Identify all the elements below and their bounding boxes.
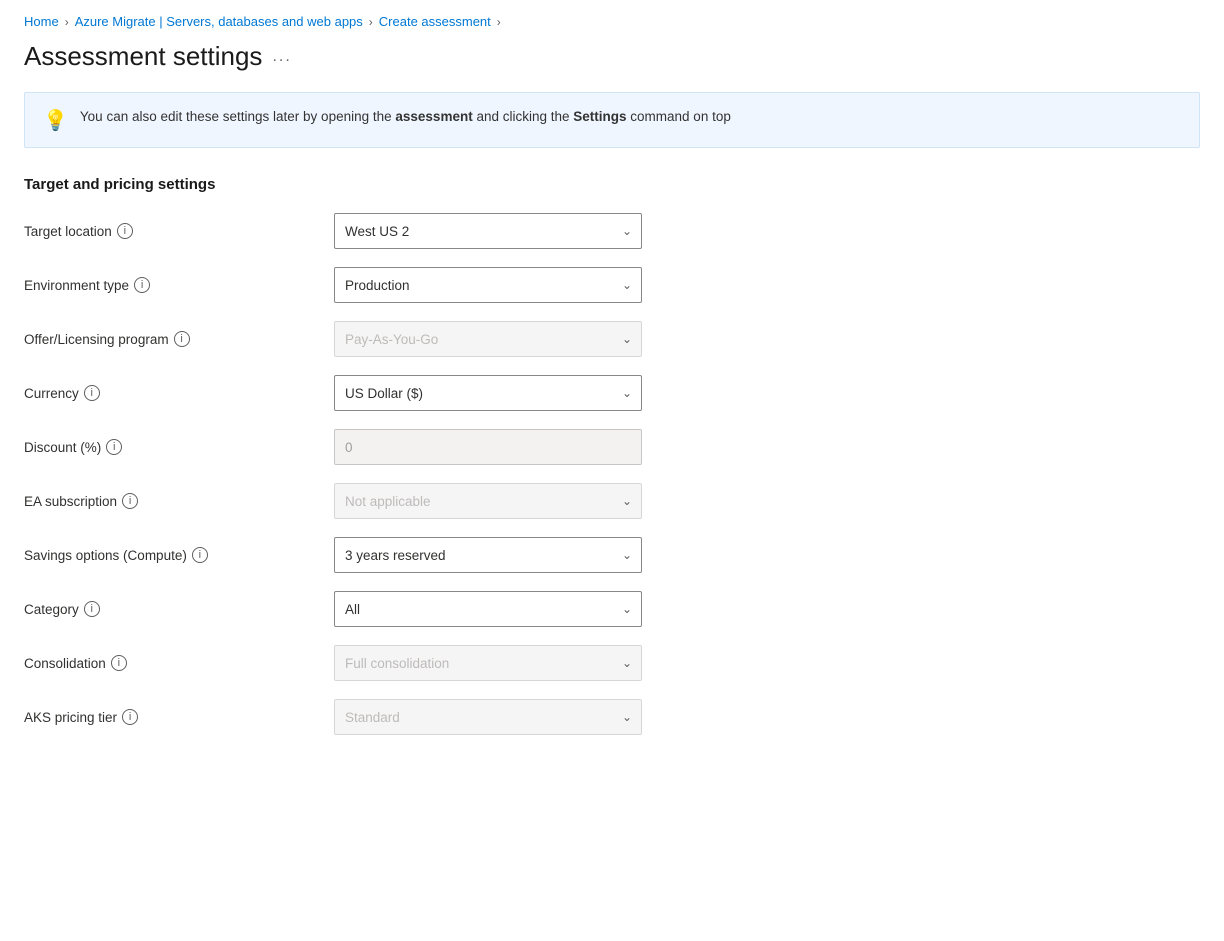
- control-consolidation: Full consolidation⌄: [334, 645, 642, 681]
- control-aks-pricing-tier: StandardFree⌄: [334, 699, 642, 735]
- info-banner-text: You can also edit these settings later b…: [80, 107, 731, 127]
- select-currency[interactable]: US Dollar ($)Euro (€)British Pound (£): [334, 375, 642, 411]
- select-savings-options[interactable]: 3 years reserved1 year reservedNo reserv…: [334, 537, 642, 573]
- breadcrumb-home[interactable]: Home: [24, 14, 59, 29]
- label-aks-pricing-tier: AKS pricing tier i: [24, 709, 334, 725]
- info-icon-discount[interactable]: i: [106, 439, 122, 455]
- label-text-ea-subscription: EA subscription: [24, 494, 117, 509]
- select-wrapper-ea-subscription: Not applicable⌄: [334, 483, 642, 519]
- select-wrapper-savings-options: 3 years reserved1 year reservedNo reserv…: [334, 537, 642, 573]
- info-icon-currency[interactable]: i: [84, 385, 100, 401]
- label-environment-type: Environment type i: [24, 277, 334, 293]
- select-wrapper-offer-licensing: Pay-As-You-Go⌄: [334, 321, 642, 357]
- breadcrumb-sep-2: ›: [369, 15, 373, 29]
- label-text-offer-licensing: Offer/Licensing program: [24, 332, 169, 347]
- control-savings-options: 3 years reserved1 year reservedNo reserv…: [334, 537, 642, 573]
- control-ea-subscription: Not applicable⌄: [334, 483, 642, 519]
- select-consolidation: Full consolidation: [334, 645, 642, 681]
- label-text-aks-pricing-tier: AKS pricing tier: [24, 710, 117, 725]
- select-wrapper-consolidation: Full consolidation⌄: [334, 645, 642, 681]
- form-container: Target location i West US 2East USEast US …: [0, 213, 1224, 735]
- form-row-category: Category i AllComputeStorageNetworking⌄: [24, 591, 1200, 627]
- page-title-row: Assessment settings ...: [0, 37, 1224, 92]
- input-discount: [334, 429, 642, 465]
- form-row-currency: Currency i US Dollar ($)Euro (€)British Po…: [24, 375, 1200, 411]
- label-savings-options: Savings options (Compute) i: [24, 547, 334, 563]
- form-row-discount: Discount (%) i: [24, 429, 1200, 465]
- control-discount: [334, 429, 642, 465]
- bulb-icon: 💡: [43, 108, 68, 133]
- label-category: Category i: [24, 601, 334, 617]
- control-target-location: West US 2East USEast US 2West USCentral …: [334, 213, 642, 249]
- select-offer-licensing: Pay-As-You-Go: [334, 321, 642, 357]
- select-aks-pricing-tier: StandardFree: [334, 699, 642, 735]
- breadcrumb-azure-migrate[interactable]: Azure Migrate | Servers, databases and w…: [75, 14, 363, 29]
- label-currency: Currency i: [24, 385, 334, 401]
- select-wrapper-environment-type: ProductionDev/Test⌄: [334, 267, 642, 303]
- label-target-location: Target location i: [24, 223, 334, 239]
- select-wrapper-category: AllComputeStorageNetworking⌄: [334, 591, 642, 627]
- label-text-discount: Discount (%): [24, 440, 101, 455]
- select-category[interactable]: AllComputeStorageNetworking: [334, 591, 642, 627]
- label-text-environment-type: Environment type: [24, 278, 129, 293]
- info-banner: 💡 You can also edit these settings later…: [24, 92, 1200, 148]
- form-row-environment-type: Environment type i ProductionDev/Test⌄: [24, 267, 1200, 303]
- info-icon-savings-options[interactable]: i: [192, 547, 208, 563]
- form-row-ea-subscription: EA subscription i Not applicable⌄: [24, 483, 1200, 519]
- info-icon-ea-subscription[interactable]: i: [122, 493, 138, 509]
- label-text-category: Category: [24, 602, 79, 617]
- breadcrumb: Home › Azure Migrate | Servers, database…: [0, 0, 1224, 37]
- info-icon-category[interactable]: i: [84, 601, 100, 617]
- info-icon-offer-licensing[interactable]: i: [174, 331, 190, 347]
- page-title: Assessment settings: [24, 41, 262, 72]
- info-icon-aks-pricing-tier[interactable]: i: [122, 709, 138, 725]
- label-text-currency: Currency: [24, 386, 79, 401]
- form-row-savings-options: Savings options (Compute) i 3 years reserv…: [24, 537, 1200, 573]
- info-icon-consolidation[interactable]: i: [111, 655, 127, 671]
- form-row-consolidation: Consolidation i Full consolidation⌄: [24, 645, 1200, 681]
- more-options-button[interactable]: ...: [272, 48, 291, 66]
- label-ea-subscription: EA subscription i: [24, 493, 334, 509]
- label-discount: Discount (%) i: [24, 439, 334, 455]
- select-ea-subscription: Not applicable: [334, 483, 642, 519]
- label-text-savings-options: Savings options (Compute): [24, 548, 187, 563]
- control-category: AllComputeStorageNetworking⌄: [334, 591, 642, 627]
- label-text-target-location: Target location: [24, 224, 112, 239]
- info-icon-target-location[interactable]: i: [117, 223, 133, 239]
- breadcrumb-create-assessment[interactable]: Create assessment: [379, 14, 491, 29]
- select-environment-type[interactable]: ProductionDev/Test: [334, 267, 642, 303]
- label-offer-licensing: Offer/Licensing program i: [24, 331, 334, 347]
- select-wrapper-target-location: West US 2East USEast US 2West USCentral …: [334, 213, 642, 249]
- form-row-aks-pricing-tier: AKS pricing tier i StandardFree⌄: [24, 699, 1200, 735]
- label-consolidation: Consolidation i: [24, 655, 334, 671]
- info-icon-environment-type[interactable]: i: [134, 277, 150, 293]
- control-offer-licensing: Pay-As-You-Go⌄: [334, 321, 642, 357]
- select-wrapper-currency: US Dollar ($)Euro (€)British Pound (£)⌄: [334, 375, 642, 411]
- select-wrapper-aks-pricing-tier: StandardFree⌄: [334, 699, 642, 735]
- breadcrumb-sep-1: ›: [65, 15, 69, 29]
- select-target-location[interactable]: West US 2East USEast US 2West USCentral …: [334, 213, 642, 249]
- form-row-offer-licensing: Offer/Licensing program i Pay-As-You-Go⌄: [24, 321, 1200, 357]
- section-title: Target and pricing settings: [0, 176, 1224, 213]
- breadcrumb-sep-3: ›: [497, 15, 501, 29]
- control-environment-type: ProductionDev/Test⌄: [334, 267, 642, 303]
- form-row-target-location: Target location i West US 2East USEast US …: [24, 213, 1200, 249]
- control-currency: US Dollar ($)Euro (€)British Pound (£)⌄: [334, 375, 642, 411]
- label-text-consolidation: Consolidation: [24, 656, 106, 671]
